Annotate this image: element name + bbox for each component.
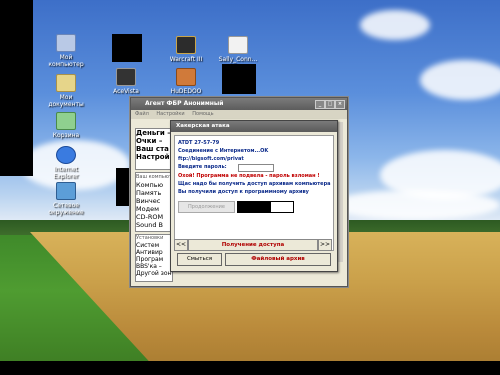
- maximize-icon[interactable]: □: [325, 100, 335, 109]
- stat-status: Ваш ста: [136, 145, 169, 153]
- icon-label: Мой компьютер: [48, 54, 84, 68]
- log-line: Охой! Программа не подвела - пароль взло…: [178, 173, 320, 179]
- log-line: Соединение с Интернетом...OK: [178, 148, 269, 154]
- desktop-icon-recycle-bin[interactable]: Корзина: [36, 112, 96, 139]
- main-window-menu: Файл Настройки Помощь: [131, 110, 347, 119]
- dialog-log: ATDT 27-57-79 Соединение с Интернетом...…: [174, 135, 334, 251]
- computer-item: CD-ROM: [136, 213, 164, 221]
- dialog-nav: << Получение доступа >>: [174, 239, 332, 251]
- install-item: Антивир: [136, 249, 163, 256]
- log-line: Щас надо бы получить доступ архивам комп…: [178, 181, 331, 187]
- icon-label: Warcraft III: [169, 56, 203, 63]
- game-icon: [176, 36, 196, 54]
- log-line: Введите пароль:: [178, 164, 227, 170]
- desktop-icon-my-computer[interactable]: Мой компьютер: [36, 34, 96, 68]
- icon-label: Мои документы: [48, 94, 84, 108]
- computer-pane-header: Ваш компьютер: [136, 174, 172, 180]
- menu-help[interactable]: Помощь: [192, 111, 213, 117]
- icon-label: Сетевое окружение: [48, 202, 84, 216]
- network-icon: [56, 182, 76, 200]
- cloud: [330, 190, 500, 220]
- minimize-icon[interactable]: _: [315, 100, 325, 109]
- icon-label: Корзина: [52, 132, 80, 139]
- progress-text: 60%: [259, 204, 272, 210]
- app2-icon: [176, 68, 196, 86]
- menu-settings[interactable]: Настройки: [156, 111, 184, 117]
- nav-prev-button[interactable]: <<: [174, 239, 188, 251]
- desktop-icon-my-documents[interactable]: Мои документы: [36, 74, 96, 108]
- hidden-icon-block: [112, 34, 142, 62]
- black-region: [0, 0, 33, 176]
- file-icon: [228, 36, 248, 54]
- computer-item: Память: [136, 189, 162, 197]
- computer-icon: [56, 34, 76, 52]
- documents-icon: [56, 74, 76, 92]
- install-pane: Установки Систем Антивир Програм BBS'ка …: [135, 234, 173, 282]
- main-window-titlebar[interactable]: Агент ФБР Анонимный _ □ ×: [131, 98, 347, 110]
- log-line: Вы получили доступ к программному архиву: [178, 189, 309, 195]
- nav-label: Получение доступа: [188, 239, 318, 251]
- icon-label: HuDEDOO: [170, 88, 202, 95]
- install-item: Програм: [136, 256, 164, 263]
- hidden-icon-block: [116, 168, 130, 206]
- desktop-icon-network[interactable]: Сетевое окружение: [36, 182, 96, 216]
- cloud: [360, 10, 430, 40]
- install-item: Другой зон: [136, 270, 172, 277]
- computer-item: Компью: [136, 181, 164, 189]
- desktop-icon-warcraft[interactable]: Warcraft III: [156, 36, 216, 63]
- install-item: BBS'ка –: [136, 263, 162, 270]
- computer-item: Sound B: [136, 221, 163, 229]
- menu-file[interactable]: Файл: [135, 111, 149, 117]
- computer-pane: Ваш компьютер Компью Память Винчес Модем…: [135, 172, 173, 232]
- icon-label: Internet Explorer: [53, 166, 79, 180]
- computer-item: Модем: [136, 205, 159, 213]
- stat-money: Деньги –: [136, 129, 171, 137]
- password-field[interactable]: [238, 164, 274, 172]
- escape-button[interactable]: Смыться: [177, 253, 222, 266]
- stat-settings: Настрой: [136, 153, 170, 161]
- ie-icon: [56, 146, 76, 164]
- main-window-title: Агент ФБР Анонимный: [145, 100, 224, 107]
- file-archive-button[interactable]: Файловый архив: [225, 253, 331, 266]
- log-line: ftp://bigsoft.com/privat: [178, 156, 244, 162]
- install-header: Установки: [136, 235, 164, 241]
- desktop-icon-file[interactable]: Sally_Conn...: [208, 36, 268, 63]
- progress-bar: 60%: [237, 201, 294, 213]
- desktop-icon-hudedoo[interactable]: HuDEDOO: [156, 68, 216, 95]
- stat-points: Очки –: [136, 137, 163, 145]
- continue-button[interactable]: Продолжение: [178, 201, 235, 213]
- recycle-bin-icon: [56, 112, 76, 130]
- cloud: [420, 60, 500, 100]
- log-line: ATDT 27-57-79: [178, 140, 220, 146]
- dialog-title: Хакерская атака: [176, 123, 230, 129]
- desktop-icon-acevista[interactable]: AceVista: [96, 68, 156, 95]
- close-icon[interactable]: ×: [335, 100, 345, 109]
- icon-label: AceVista: [113, 88, 139, 95]
- computer-item: Винчес: [136, 197, 161, 205]
- hacker-attack-dialog: Хакерская атака ATDT 27-57-79 Соединение…: [170, 120, 338, 272]
- dialog-titlebar[interactable]: Хакерская атака: [171, 121, 337, 132]
- app-icon: [116, 68, 136, 86]
- icon-label: Sally_Conn...: [218, 56, 258, 63]
- stats-pane: Деньги – Очки – Ваш ста Настрой: [135, 128, 173, 170]
- install-item: Систем: [136, 242, 160, 249]
- nav-next-button[interactable]: >>: [318, 239, 332, 251]
- desktop-icon-ie[interactable]: Internet Explorer: [36, 146, 96, 180]
- black-band: [0, 361, 500, 375]
- hidden-icon-block: [222, 64, 256, 94]
